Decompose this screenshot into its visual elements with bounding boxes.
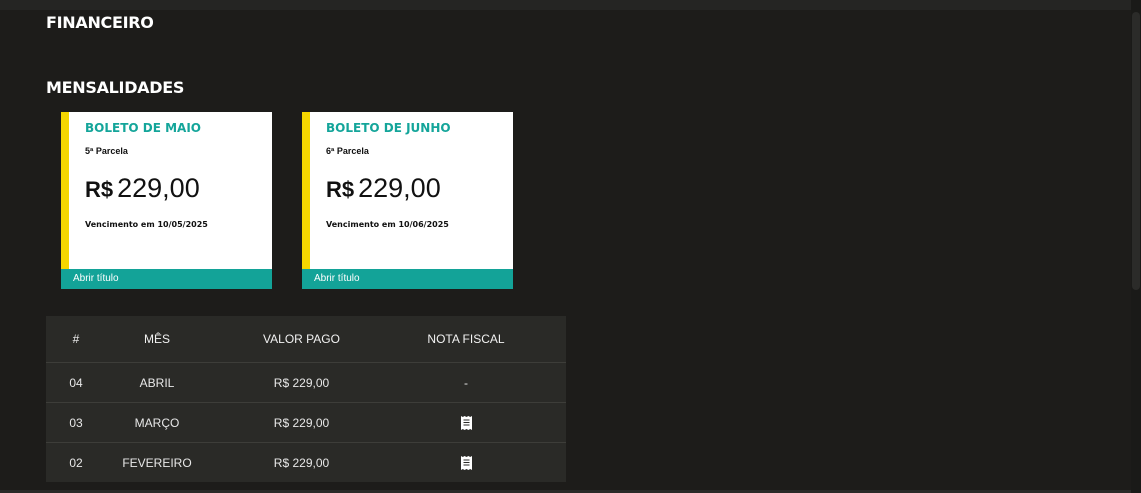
cell-invoice: - bbox=[395, 362, 537, 403]
cell-spacer bbox=[537, 362, 566, 403]
cell-amount: R$ 229,00 bbox=[208, 362, 395, 403]
card-accent-bar bbox=[61, 112, 69, 289]
cell-number: 03 bbox=[46, 402, 106, 443]
card-installment: 6ª Parcela bbox=[326, 146, 369, 156]
card-due-date: Vencimento em 10/05/2025 bbox=[85, 220, 208, 229]
receipt-icon[interactable] bbox=[460, 455, 472, 470]
page: FINANCEIRO MENSALIDADES BOLETO DE MAIO 5… bbox=[0, 0, 1141, 493]
card-amount: 229,00 bbox=[117, 173, 200, 203]
cell-number: 04 bbox=[46, 362, 106, 403]
card-due-date: Vencimento em 10/06/2025 bbox=[326, 220, 449, 229]
cell-amount: R$ 229,00 bbox=[208, 442, 395, 482]
section-title: MENSALIDADES bbox=[46, 78, 185, 97]
card-accent-bar bbox=[302, 112, 310, 289]
cell-spacer bbox=[537, 442, 566, 482]
cell-number: 02 bbox=[46, 442, 106, 482]
column-header-invoice: NOTA FISCAL bbox=[395, 316, 537, 363]
boleto-card: BOLETO DE MAIO 5ª Parcela R$ 229,00 Venci… bbox=[61, 112, 272, 289]
top-bar bbox=[0, 0, 1131, 10]
column-header-number: # bbox=[46, 316, 106, 363]
card-currency: R$ bbox=[326, 177, 355, 202]
table-row: 03 MARÇO R$ 229,00 bbox=[46, 402, 566, 443]
card-price: R$ 229,00 bbox=[326, 173, 441, 204]
scrollbar[interactable] bbox=[1131, 0, 1141, 493]
boleto-card: BOLETO DE JUNHO 6ª Parcela R$ 229,00 Venc… bbox=[302, 112, 513, 289]
table-header-row: # MÊS VALOR PAGO NOTA FISCAL bbox=[46, 316, 566, 363]
cell-invoice bbox=[395, 402, 537, 443]
card-price: R$ 229,00 bbox=[85, 173, 200, 204]
column-header-month: MÊS bbox=[106, 316, 208, 363]
open-title-button[interactable]: Abrir título bbox=[302, 269, 513, 289]
cell-month: FEVEREIRO bbox=[106, 442, 208, 482]
cell-spacer bbox=[537, 402, 566, 443]
cell-month: ABRIL bbox=[106, 362, 208, 403]
cell-invoice bbox=[395, 442, 537, 482]
page-title: FINANCEIRO bbox=[46, 13, 154, 32]
table-row: 02 FEVEREIRO R$ 229,00 bbox=[46, 442, 566, 482]
cell-month: MARÇO bbox=[106, 402, 208, 443]
open-title-button[interactable]: Abrir título bbox=[61, 269, 272, 289]
column-header-amount-paid: VALOR PAGO bbox=[208, 316, 395, 363]
card-amount: 229,00 bbox=[358, 173, 441, 203]
cell-amount: R$ 229,00 bbox=[208, 402, 395, 443]
card-installment: 5ª Parcela bbox=[85, 146, 128, 156]
card-title: BOLETO DE MAIO bbox=[85, 121, 201, 135]
scrollbar-thumb[interactable] bbox=[1132, 12, 1140, 290]
card-title: BOLETO DE JUNHO bbox=[326, 121, 451, 135]
receipt-icon[interactable] bbox=[460, 415, 472, 430]
table-row: 04 ABRIL R$ 229,00 - bbox=[46, 362, 566, 403]
payments-table: # MÊS VALOR PAGO NOTA FISCAL 04 ABRIL R$… bbox=[46, 316, 566, 482]
column-header-spacer bbox=[537, 316, 566, 363]
card-currency: R$ bbox=[85, 177, 114, 202]
